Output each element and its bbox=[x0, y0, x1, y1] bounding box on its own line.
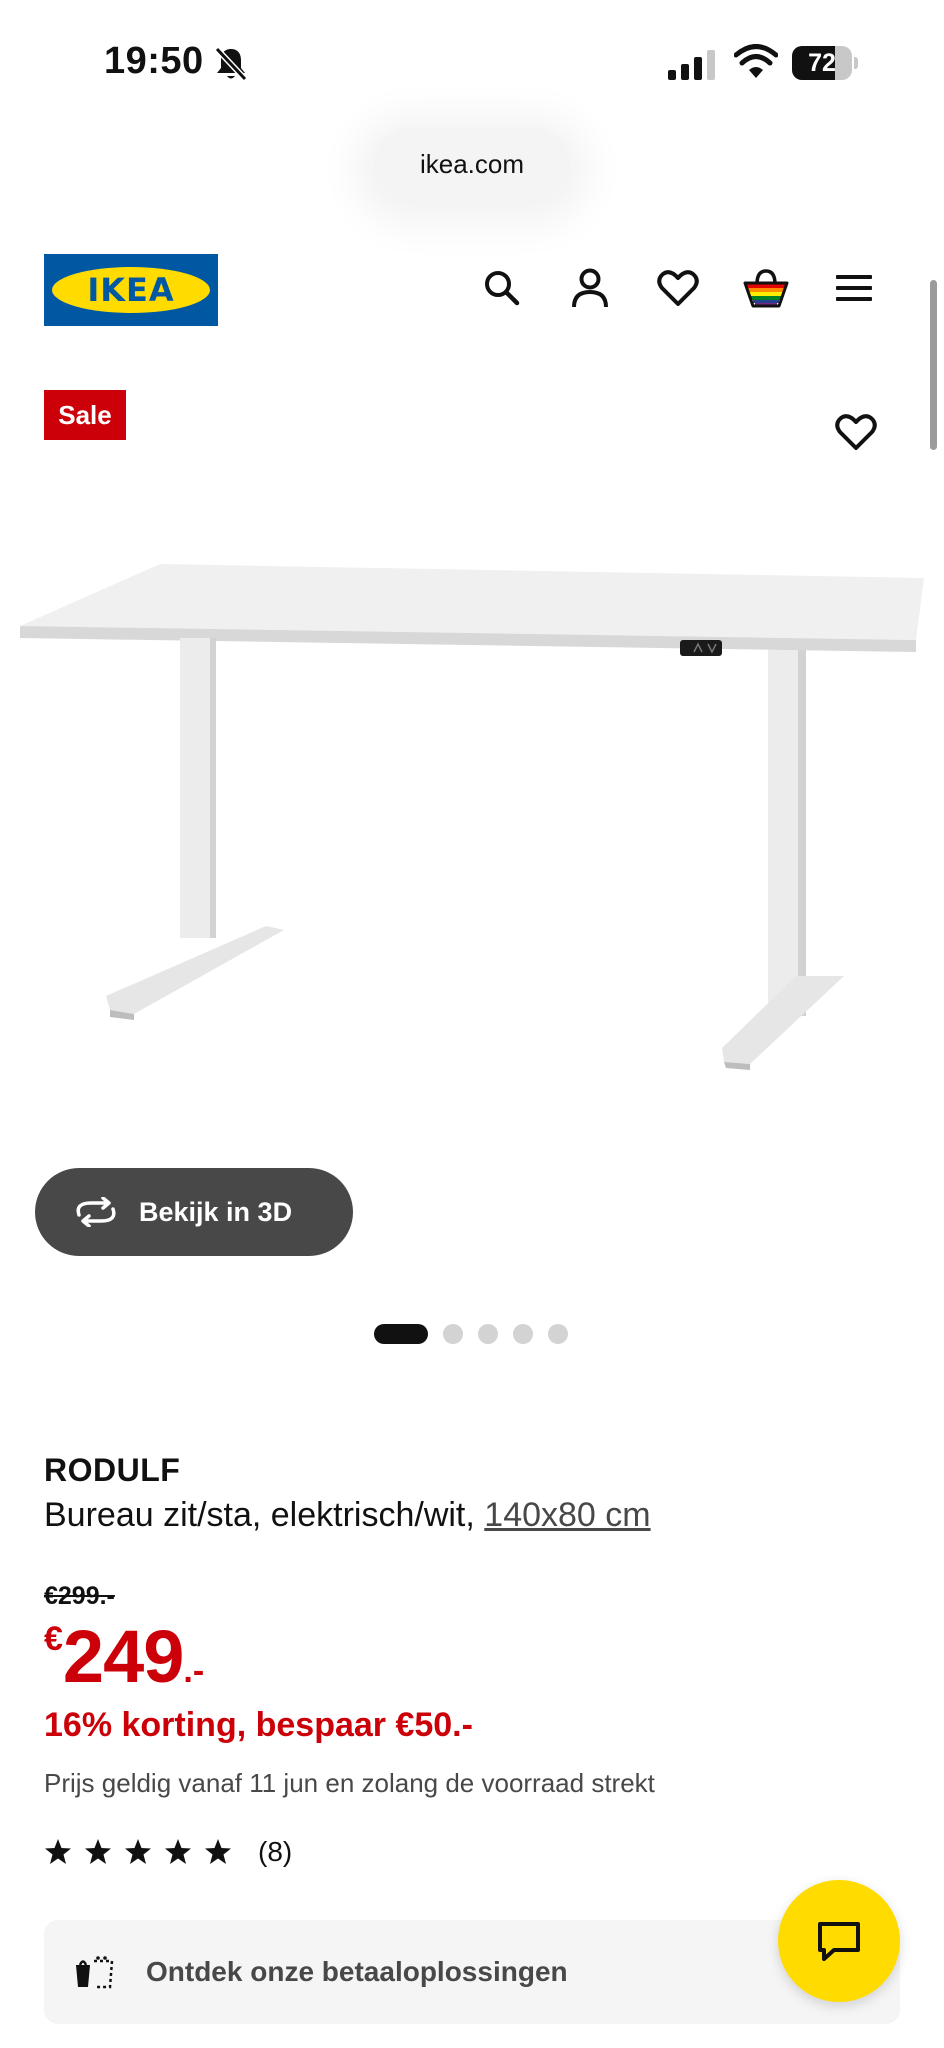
status-bar: 19:50 72 bbox=[0, 0, 944, 120]
view-3d-label: Bekijk in 3D bbox=[139, 1196, 293, 1227]
carousel-dot[interactable] bbox=[443, 1324, 463, 1344]
view-3d-button[interactable]: Bekijk in 3D bbox=[35, 1168, 353, 1256]
search-button[interactable] bbox=[478, 264, 526, 312]
carousel-dot[interactable] bbox=[374, 1324, 428, 1344]
status-time: 19:50 bbox=[104, 40, 204, 82]
discount-text: 16% korting, bespaar €50.- bbox=[44, 1706, 473, 1744]
battery-level: 72 bbox=[808, 49, 836, 77]
price-suffix: .- bbox=[183, 1652, 205, 1690]
payment-icon bbox=[76, 1956, 114, 1989]
menu-icon bbox=[836, 275, 872, 301]
carousel-dot[interactable] bbox=[548, 1324, 568, 1344]
menu-button[interactable] bbox=[830, 264, 878, 312]
product-size-link[interactable]: 140x80 cm bbox=[484, 1496, 650, 1534]
payment-options-banner[interactable]: Ontdek onze betaaloplossingen bbox=[44, 1920, 900, 2024]
old-price: €299.- bbox=[44, 1582, 115, 1610]
cart-icon bbox=[743, 269, 789, 308]
star-icon bbox=[45, 1839, 71, 1864]
heart-icon bbox=[657, 270, 699, 306]
bell-muted-icon bbox=[214, 46, 248, 82]
favourites-button[interactable] bbox=[654, 264, 702, 312]
signal-icon bbox=[668, 50, 715, 80]
price-amount: 249 bbox=[62, 1615, 184, 1698]
url-bar[interactable]: ikea.com bbox=[374, 128, 570, 200]
price-currency: € bbox=[44, 1620, 63, 1658]
cart-button[interactable] bbox=[742, 264, 790, 312]
account-button[interactable] bbox=[566, 264, 614, 312]
product-name: RODULF bbox=[44, 1452, 181, 1488]
logo-text: IKEA bbox=[87, 271, 175, 309]
star-icon bbox=[165, 1839, 191, 1864]
chat-icon bbox=[818, 1922, 860, 1961]
search-icon bbox=[485, 271, 520, 306]
product-description: Bureau zit/sta, elektrisch/wit, 140x80 c… bbox=[44, 1496, 651, 1535]
battery-indicator: 72 bbox=[792, 46, 858, 80]
star-icon bbox=[85, 1839, 111, 1864]
user-icon bbox=[572, 268, 608, 308]
sale-badge-label: Sale bbox=[58, 399, 112, 430]
product-image[interactable] bbox=[14, 540, 930, 1160]
ikea-logo[interactable]: IKEA bbox=[44, 254, 218, 326]
product-rating[interactable]: (8) bbox=[44, 1836, 292, 1868]
current-price: €249.- bbox=[44, 1614, 204, 1699]
add-to-favourites-button[interactable] bbox=[832, 408, 880, 456]
rating-count: (8) bbox=[258, 1836, 293, 1867]
url-text: ikea.com bbox=[419, 148, 525, 179]
star-icon bbox=[205, 1839, 231, 1864]
wifi-icon bbox=[734, 44, 778, 78]
product-type: Bureau zit/sta, elektrisch/wit, bbox=[44, 1496, 475, 1534]
star-icon bbox=[125, 1839, 151, 1864]
chat-button[interactable] bbox=[778, 1880, 900, 2002]
carousel-dot[interactable] bbox=[478, 1324, 498, 1344]
sale-badge: Sale bbox=[44, 390, 126, 440]
price-validity: Prijs geldig vanaf 11 jun en zolang de v… bbox=[44, 1768, 655, 1798]
carousel-pagination bbox=[374, 1324, 568, 1344]
heart-icon bbox=[835, 414, 877, 450]
payment-options-label: Ontdek onze betaaloplossingen bbox=[146, 1956, 568, 1987]
rotate-3d-icon bbox=[76, 1197, 116, 1227]
carousel-dot[interactable] bbox=[513, 1324, 533, 1344]
page-scrollbar[interactable] bbox=[930, 280, 937, 450]
